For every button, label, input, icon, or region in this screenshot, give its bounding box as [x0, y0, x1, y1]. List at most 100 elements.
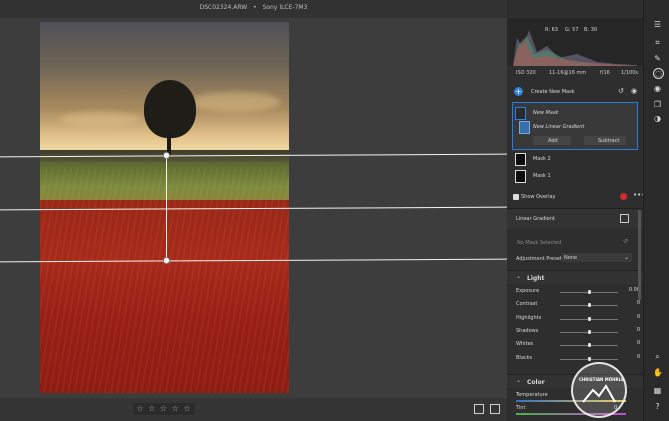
slider-thumb[interactable] [588, 329, 591, 334]
chevron-down-icon: ⌄ [516, 377, 522, 384]
mask-2-thumb [515, 153, 526, 166]
mountain-logo-graphic [582, 384, 616, 403]
grid-icon[interactable]: ▦ [653, 386, 662, 395]
mask-1-label: Mask 1 [533, 173, 551, 179]
histogram-graph [513, 30, 637, 66]
title-bar: DSC02324.ARW • Sony ILCE-7M3 ⇩ ⚙ [0, 0, 644, 18]
exif-aperture: f/16 [600, 70, 610, 76]
slider-label: Highlights [516, 314, 542, 321]
invert-mask-icon[interactable] [620, 214, 629, 223]
overlay-color-swatch[interactable] [620, 193, 627, 200]
create-mask-label[interactable]: Create New Mask [531, 89, 575, 95]
exif-shutter: 1/100s [621, 70, 639, 76]
help-icon[interactable]: ? [653, 402, 662, 411]
slider-label: Whites [516, 341, 534, 348]
tint-label: Tint [516, 405, 526, 411]
mask-reset-icon[interactable]: ↺ [618, 87, 624, 95]
red-eye-icon[interactable]: ◉ [653, 84, 662, 93]
show-overlay-checkbox[interactable] [513, 194, 519, 200]
panel-scrollbar[interactable] [638, 210, 641, 300]
new-mask-label: New Mask [533, 110, 559, 116]
tool-name: Linear Gradient [516, 216, 555, 222]
linear-gradient-component-label: New Linear Gradient [533, 124, 585, 130]
color-title: Color [527, 379, 545, 386]
mask-1-thumb [515, 170, 526, 183]
title-separator: • [253, 4, 257, 11]
slider-thumb[interactable] [588, 356, 591, 361]
histogram-g-readout: G: 57 [565, 27, 579, 33]
slider-row-exposure[interactable]: Exposure 0.00 [514, 286, 640, 298]
subtract-label: Subtract [598, 138, 620, 144]
slider-row-highlights[interactable]: Highlights 0 [514, 313, 640, 325]
chevron-down-icon: ⌄ [624, 254, 630, 261]
slider-value[interactable]: 0 [622, 354, 640, 362]
mask-visibility-eye-icon[interactable]: ◉ [631, 87, 637, 95]
watermark-text: CHRISTIAN MÖHRLE [579, 377, 624, 382]
tree-canopy [144, 80, 196, 138]
edit-sliders-icon[interactable]: ☰ [653, 20, 662, 29]
slider-row-whites[interactable]: Whites 0 [514, 339, 640, 351]
gradient-top-handle[interactable] [163, 152, 170, 159]
light-section-header[interactable]: ⌄ Light [507, 270, 643, 284]
document-title: DSC02324.ARW • Sony ILCE-7M3 [0, 4, 507, 11]
filename-label: DSC02324.ARW [199, 4, 248, 11]
histogram: R: 63 G: 57 B: 30 [507, 18, 643, 66]
light-title: Light [527, 275, 545, 282]
linear-gradient-icon [519, 121, 530, 134]
no-mask-selected-label: No Mask Selected [517, 240, 562, 246]
mask-1-row[interactable]: Mask 1 [513, 168, 638, 184]
mask-2-row[interactable]: Mask 2 [513, 151, 638, 167]
slider-thumb[interactable] [588, 343, 591, 348]
chevron-down-icon: ⌄ [516, 273, 522, 280]
linear-gradient-row[interactable]: New Linear Gradient [513, 119, 638, 135]
slider-row-shadows[interactable]: Shadows 0 [514, 326, 640, 338]
compare-view-icon[interactable] [490, 404, 500, 414]
slider-value[interactable]: 0 [622, 300, 640, 308]
tool-header: Linear Gradient [507, 208, 643, 229]
show-overlay-label: Show Overlay [521, 194, 556, 200]
add-mask-button[interactable]: Add [533, 136, 571, 145]
slider-label: Exposure [516, 288, 540, 294]
snapshots-icon[interactable]: ◑ [653, 114, 662, 123]
adjustment-preset-dropdown[interactable]: None ⌄ [561, 253, 632, 262]
slider-label: Shadows [516, 327, 539, 334]
slider-value[interactable]: 0 [622, 340, 640, 348]
tool-strip: ☰ ⌗ ✎ ◌ ◉ ❐ ◑ ⌕ ✋ ▦ ? [643, 0, 669, 421]
slider-label: Contrast [516, 301, 538, 308]
star-rating[interactable]: ☆ ☆ ☆ ☆ ☆ [133, 403, 195, 415]
slider-row-contrast[interactable]: Contrast 0 [514, 299, 640, 311]
presets-icon[interactable]: ❐ [653, 100, 662, 109]
gradient-rotation-line[interactable] [166, 155, 167, 261]
cloud [60, 112, 140, 126]
slider-thumb[interactable] [588, 316, 591, 321]
mask-2-label: Mask 2 [533, 156, 551, 162]
watermark-logo: CHRISTIAN MÖHRLE [571, 362, 627, 418]
preset-value: None [564, 255, 578, 261]
camera-label: Sony ILCE-7M3 [262, 4, 308, 11]
no-mask-reset-icon[interactable]: ↺ [623, 238, 628, 245]
grass-texture [40, 167, 289, 393]
masking-icon[interactable]: ◌ [653, 68, 664, 79]
fit-view-icon[interactable] [474, 404, 484, 414]
cloud [190, 92, 280, 112]
slider-value[interactable]: 0 [622, 314, 640, 322]
slider-label: Blacks [516, 354, 533, 361]
create-mask-button[interactable]: + [514, 87, 523, 96]
filmstrip-bar [0, 398, 507, 421]
temperature-label: Temperature [516, 392, 548, 398]
add-label: Add [548, 138, 558, 144]
histogram-r-readout: R: 63 [545, 27, 558, 33]
healing-icon[interactable]: ✎ [653, 54, 662, 63]
histogram-b-readout: B: 30 [584, 27, 598, 33]
hand-icon[interactable]: ✋ [653, 368, 663, 377]
slider-thumb[interactable] [588, 290, 591, 294]
slider-row-blacks[interactable]: Blacks 0 [514, 353, 640, 365]
subtract-mask-button[interactable]: Subtract [584, 136, 626, 145]
exif-iso: ISO 320 [516, 70, 536, 76]
gradient-bottom-handle[interactable] [163, 257, 170, 264]
exif-focal: 11-16@16 mm [549, 70, 587, 76]
slider-thumb[interactable] [588, 303, 591, 308]
crop-icon[interactable]: ⌗ [653, 38, 662, 47]
slider-value[interactable]: 0 [622, 327, 640, 335]
zoom-icon[interactable]: ⌕ [653, 352, 662, 361]
